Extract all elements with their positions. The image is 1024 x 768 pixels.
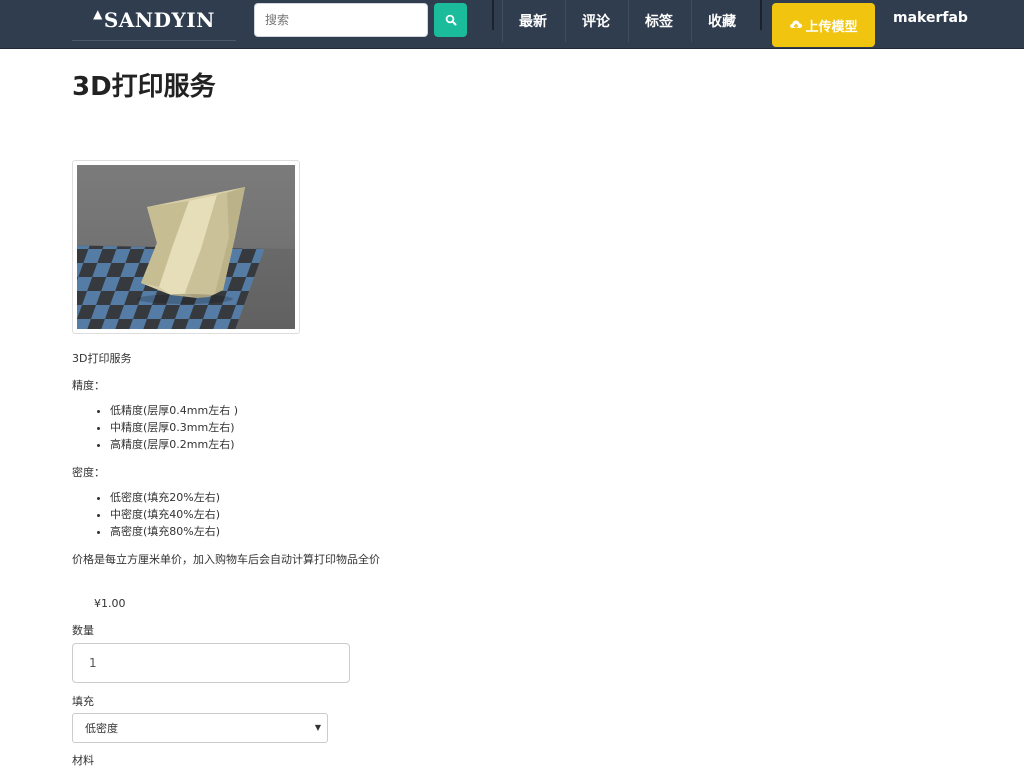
nav-item-label: 标签 — [645, 14, 673, 30]
upload-label: 上传模型 — [805, 19, 858, 35]
nav-item-label: 收藏 — [708, 14, 736, 30]
site-logo[interactable]: ▲ SANDYIN — [72, 0, 236, 41]
user-menu-link[interactable]: makerfab — [893, 10, 968, 26]
logo-text: SANDYIN — [103, 8, 215, 32]
fill-select[interactable]: 低密度 ▼ — [72, 713, 328, 743]
nav-item-latest[interactable]: 最新 — [502, 0, 563, 42]
list-item: 中密度(填充40%左右) — [110, 506, 220, 523]
density-heading: 密度： — [72, 466, 105, 479]
unit-price: ¥1.00 — [94, 597, 126, 610]
nav-item-label: 最新 — [519, 14, 547, 30]
nav-item-tags[interactable]: 标签 — [628, 0, 689, 42]
page-title: 3D打印服务 — [72, 72, 216, 102]
precision-list: 低精度(层厚0.4mm左右 ) 中精度(层厚0.3mm左右) 高精度(层厚0.2… — [72, 402, 238, 453]
list-item: 高密度(填充80%左右) — [110, 523, 220, 540]
model-render-image — [77, 165, 295, 329]
quantity-label: 数量 — [72, 624, 94, 637]
list-item: 高精度(层厚0.2mm左右) — [110, 436, 238, 453]
nav-divider — [492, 0, 494, 30]
top-navbar: ▲ SANDYIN 最新 评论 标签 收藏 上传模型 makerfab — [0, 0, 1024, 49]
density-list: 低密度(填充20%左右) 中密度(填充40%左右) 高密度(填充80%左右) — [72, 489, 220, 540]
product-image[interactable] — [72, 160, 300, 334]
search-icon — [445, 14, 456, 26]
cloud-upload-icon — [790, 20, 803, 30]
fill-select-value: 低密度 — [85, 722, 118, 735]
nav-item-label: 评论 — [582, 14, 610, 30]
precision-heading: 精度： — [72, 379, 105, 392]
up-arrow-icon: ▲ — [93, 7, 103, 21]
product-description: 3D打印服务 — [72, 352, 132, 365]
caret-down-icon: ▼ — [314, 723, 321, 732]
list-item: 低精度(层厚0.4mm左右 ) — [110, 402, 238, 419]
price-note: 价格是每立方厘米单价，加入购物车后会自动计算打印物品全价 — [72, 553, 380, 566]
upload-model-button[interactable]: 上传模型 — [772, 3, 875, 47]
nav-item-comments[interactable]: 评论 — [565, 0, 626, 42]
material-label: 材料 — [72, 754, 94, 767]
list-item: 中精度(层厚0.3mm左右) — [110, 419, 238, 436]
fill-label: 填充 — [72, 695, 94, 708]
list-item: 低密度(填充20%左右) — [110, 489, 220, 506]
nav-item-favorites[interactable]: 收藏 — [691, 0, 752, 42]
search-button[interactable] — [434, 3, 467, 37]
quantity-input[interactable] — [72, 643, 350, 683]
search-input[interactable] — [254, 3, 428, 37]
nav-divider — [760, 0, 762, 30]
